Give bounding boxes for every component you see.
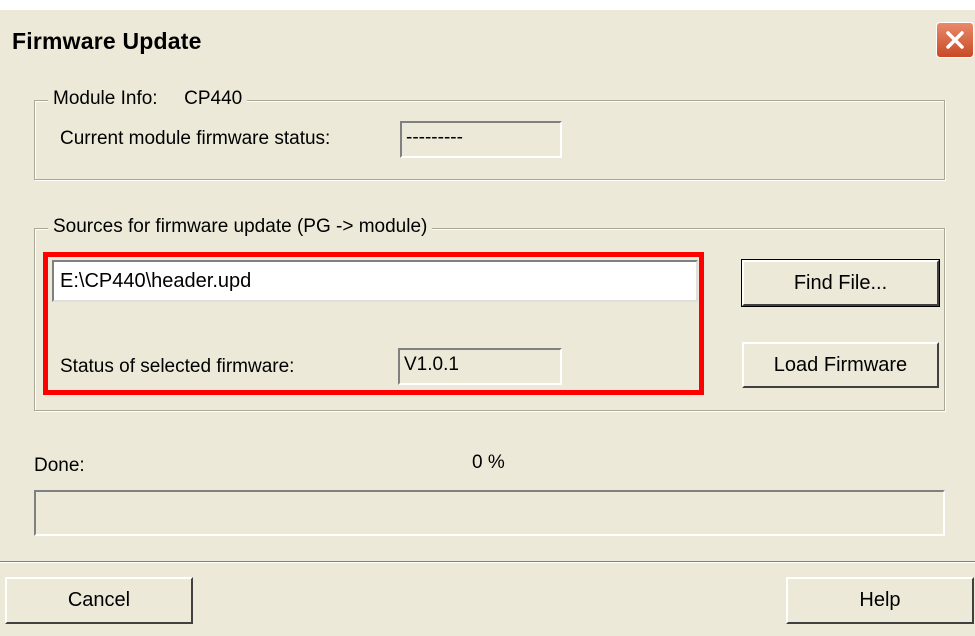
firmware-file-path-input[interactable]	[52, 260, 698, 302]
close-icon	[946, 31, 964, 49]
module-name: CP440	[184, 88, 243, 109]
current-firmware-status-label: Current module firmware status:	[60, 128, 331, 149]
window-title: Firmware Update	[12, 28, 202, 54]
sources-legend: Sources for firmware update (PG -> modul…	[48, 216, 433, 238]
module-info-label: Module Info:	[53, 88, 158, 109]
top-strip	[0, 0, 975, 10]
footer-separator	[0, 561, 975, 563]
load-firmware-button[interactable]: Load Firmware	[742, 342, 939, 388]
progress-bar	[34, 490, 945, 536]
current-firmware-status-field: ---------	[400, 121, 562, 158]
selected-firmware-status-field: V1.0.1	[398, 348, 562, 385]
title-bar[interactable]: Firmware Update	[0, 10, 975, 58]
done-label: Done:	[34, 455, 85, 476]
find-file-button[interactable]: Find File...	[741, 259, 940, 307]
firmware-update-dialog: Firmware Update Module Info: CP440 Curre…	[0, 0, 975, 636]
close-button[interactable]	[936, 22, 974, 58]
selected-firmware-status-label: Status of selected firmware:	[60, 356, 295, 377]
cancel-button[interactable]: Cancel	[5, 577, 193, 624]
progress-percent: 0 %	[472, 452, 505, 473]
help-button[interactable]: Help	[786, 577, 974, 624]
module-info-legend: Module Info: CP440	[48, 88, 248, 110]
